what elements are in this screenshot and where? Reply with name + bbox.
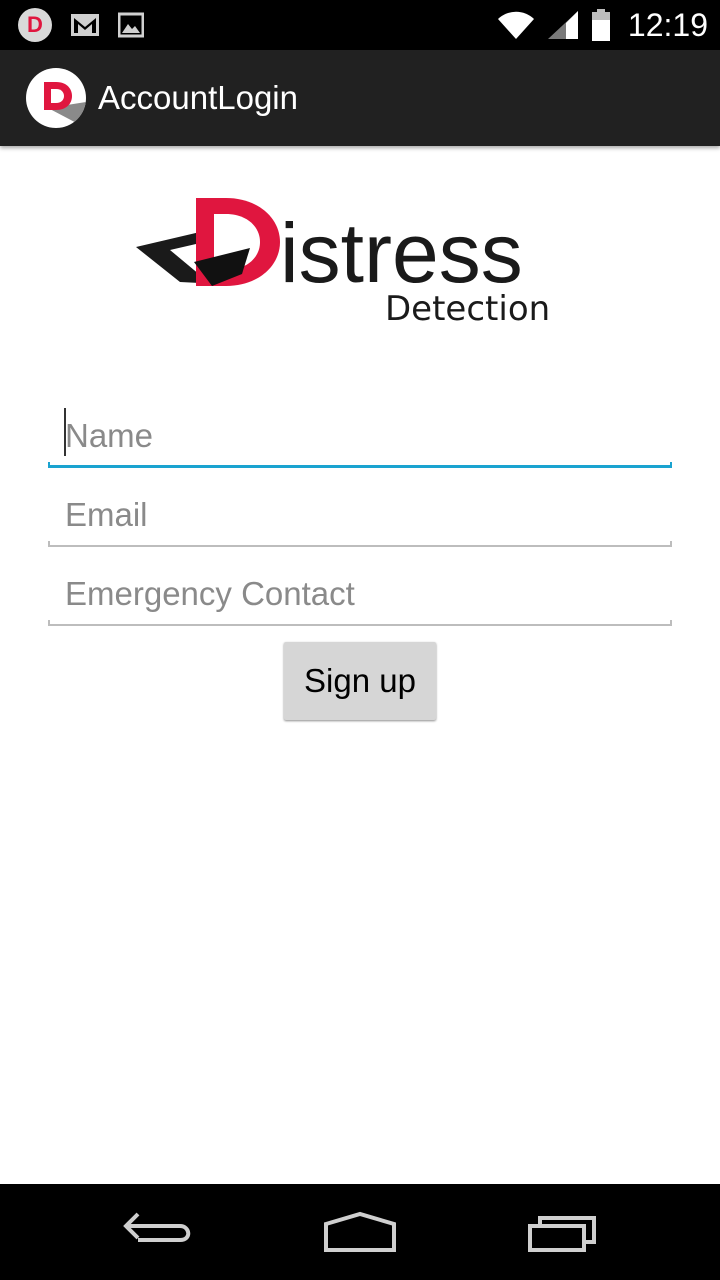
name-field-underline xyxy=(48,462,672,468)
image-icon xyxy=(118,12,144,38)
app-title: AccountLogin xyxy=(98,79,298,116)
distress-app-icon-letter: D xyxy=(27,12,43,37)
distress-detection-logo: istress Detection xyxy=(136,198,550,329)
emergency-contact-field-underline xyxy=(48,620,672,626)
gmail-icon xyxy=(71,14,99,36)
navigation-bar xyxy=(0,1184,720,1280)
app-logo-graphic xyxy=(44,82,86,128)
email-field[interactable] xyxy=(48,487,672,547)
distress-app-icon: D xyxy=(18,8,52,42)
recent-apps-icon[interactable] xyxy=(522,1206,602,1258)
status-time: 12:19 xyxy=(627,7,708,43)
emergency-contact-field[interactable] xyxy=(48,566,672,626)
back-icon[interactable] xyxy=(120,1206,200,1258)
system-status-area: 12:19 xyxy=(496,6,708,44)
signal-icon xyxy=(547,11,578,39)
email-input[interactable] xyxy=(48,487,672,543)
app-logo-icon[interactable] xyxy=(26,68,86,128)
emergency-contact-input[interactable] xyxy=(48,566,672,622)
text-cursor xyxy=(64,408,66,456)
brand-subtitle: Detection xyxy=(385,289,550,329)
sign-up-button[interactable]: Sign up xyxy=(284,642,436,720)
email-field-underline xyxy=(48,541,672,547)
notification-area: D xyxy=(18,8,144,42)
name-field[interactable] xyxy=(48,408,672,468)
battery-icon xyxy=(591,9,610,41)
home-icon[interactable] xyxy=(320,1206,400,1258)
brand-name-rest: istress xyxy=(280,206,523,300)
action-bar: AccountLogin xyxy=(0,50,720,146)
status-bar: D 12:19 xyxy=(0,0,720,50)
wifi-icon xyxy=(497,11,534,39)
screen: D 12:19 AccountLogin istress Detection N… xyxy=(0,0,720,1280)
name-input[interactable] xyxy=(48,408,672,464)
